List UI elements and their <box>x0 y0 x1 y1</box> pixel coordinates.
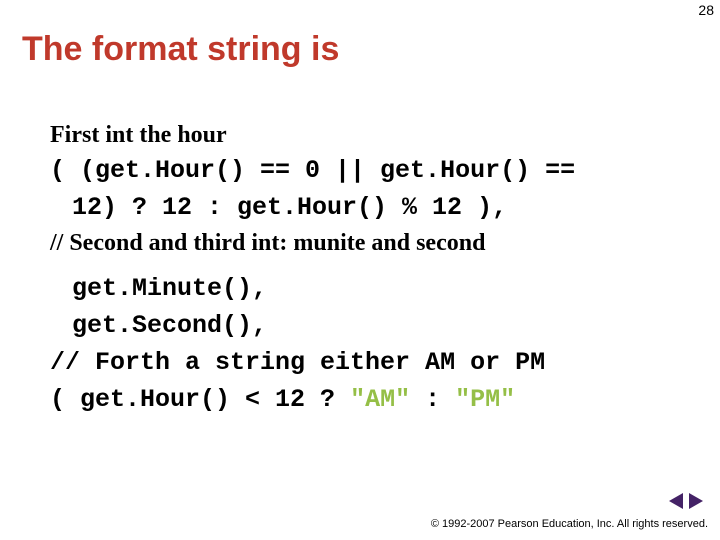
code-line-1a: ( (get.Hour() == 0 || get.Hour() == <box>50 155 670 186</box>
code-line-4: ( get.Hour() < 12 ? "AM" : "PM" <box>50 384 670 415</box>
page-number: 28 <box>698 2 714 18</box>
next-slide-button[interactable] <box>686 492 706 510</box>
code-line-2a: get.Minute(), <box>50 273 670 304</box>
code-line-4-pre: ( get.Hour() < 12 ? <box>50 385 350 414</box>
slide: 28 The format string is First int the ho… <box>0 0 720 540</box>
code-line-4-mid: : <box>410 385 455 414</box>
slide-body: First int the hour ( (get.Hour() == 0 ||… <box>50 118 670 422</box>
prev-slide-button[interactable] <box>666 492 686 510</box>
slide-title: The format string is <box>22 30 339 69</box>
code-line-3: // Forth a string either AM or PM <box>50 347 670 378</box>
code-line-1b: 12) ? 12 : get.Hour() % 12 ), <box>50 192 670 223</box>
text-line-2: // Second and third int: munite and seco… <box>50 230 670 257</box>
string-literal-am: "AM" <box>350 385 410 414</box>
text-line-1: First int the hour <box>50 122 670 149</box>
string-literal-pm: "PM" <box>455 385 515 414</box>
copyright-footer: © 1992-2007 Pearson Education, Inc. All … <box>431 518 708 530</box>
code-line-2b: get.Second(), <box>50 310 670 341</box>
slide-nav <box>666 492 706 510</box>
